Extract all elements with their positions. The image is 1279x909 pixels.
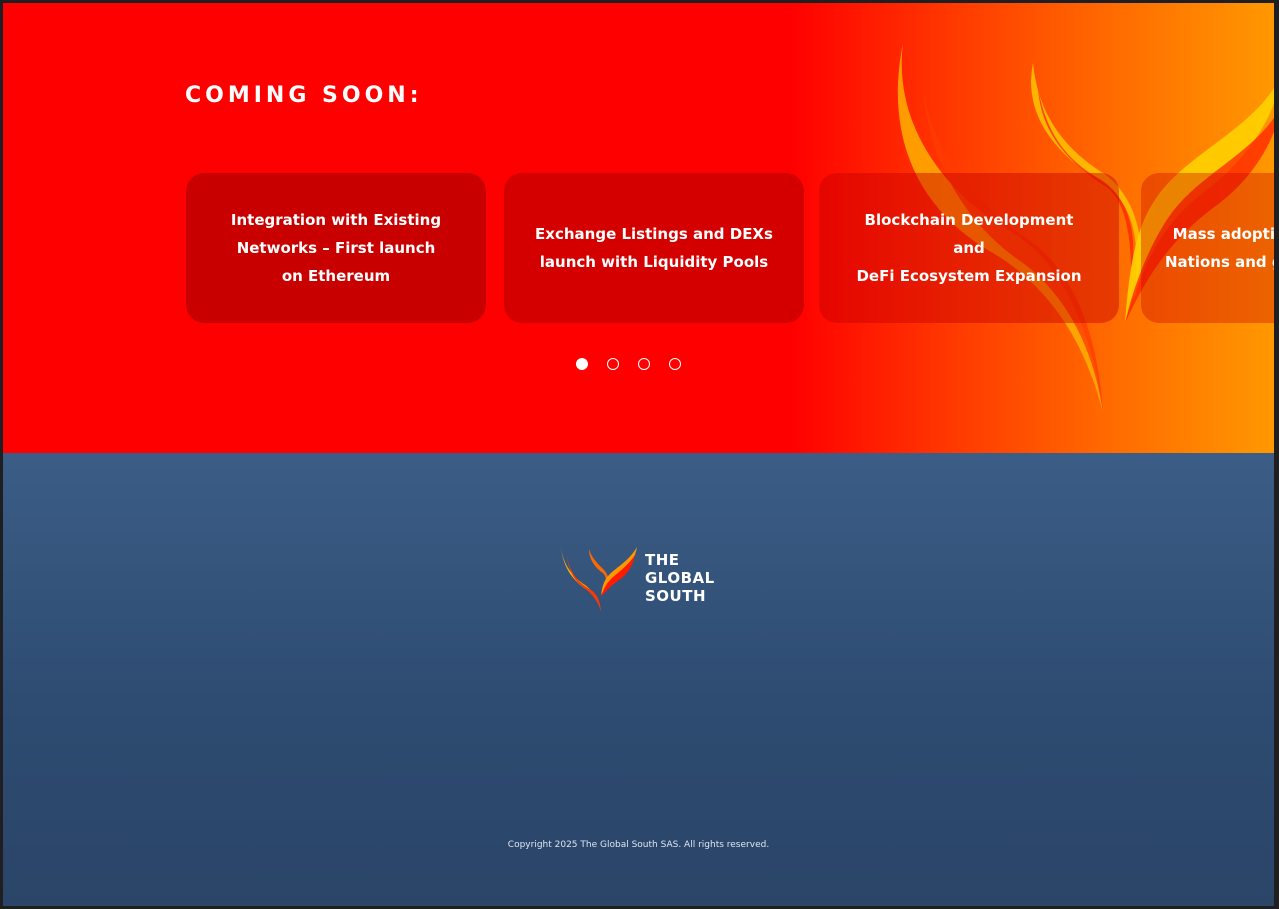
pagination-dot-4[interactable] <box>669 358 681 370</box>
roadmap-card-mass-adoption[interactable]: Mass adopti Nations and g <box>1141 173 1274 323</box>
roadmap-carousel[interactable]: Integration with Existing Networks – Fir… <box>186 173 1274 323</box>
pagination-dot-3[interactable] <box>638 358 650 370</box>
card-line: launch with Liquidity Pools <box>539 253 769 271</box>
card-line: DeFi Ecosystem Expansion <box>856 267 1082 285</box>
site-footer: THE GLOBAL SOUTH Copyright 2025 The Glob… <box>3 453 1274 906</box>
pagination-dot-1[interactable] <box>576 358 588 370</box>
card-line: on Ethereum <box>281 267 391 285</box>
logo-line: SOUTH <box>645 587 707 605</box>
card-text: Mass adopti Nations and g <box>1165 220 1274 276</box>
logo-line: THE <box>645 551 680 569</box>
pagination-dot-2[interactable] <box>607 358 619 370</box>
footer-logo[interactable]: THE GLOBAL SOUTH <box>559 543 715 613</box>
card-line: Networks – First launch <box>236 239 436 257</box>
card-text: Integration with Existing Networks – Fir… <box>231 206 441 290</box>
card-line: Nations and g <box>1165 253 1274 271</box>
card-text: Exchange Listings and DEXs launch with L… <box>535 220 773 276</box>
logo-line: GLOBAL <box>645 569 715 587</box>
coming-soon-section: COMING SOON: Integration with Existing N… <box>3 3 1274 453</box>
card-line: Blockchain Development and <box>864 211 1074 257</box>
roadmap-card-blockchain-development[interactable]: Blockchain Development and DeFi Ecosyste… <box>819 173 1119 323</box>
card-line: Mass adopti <box>1172 225 1274 243</box>
phoenix-logo-icon <box>561 547 637 611</box>
coming-soon-heading: COMING SOON: <box>185 83 423 108</box>
roadmap-card-exchange-listings[interactable]: Exchange Listings and DEXs launch with L… <box>504 173 804 323</box>
copyright-text: Copyright 2025 The Global South SAS. All… <box>507 840 770 850</box>
card-line: Integration with Existing <box>230 211 442 229</box>
card-text: Blockchain Development and DeFi Ecosyste… <box>847 206 1091 290</box>
card-line: Exchange Listings and DEXs <box>535 225 773 243</box>
page-frame: COMING SOON: Integration with Existing N… <box>3 3 1274 906</box>
roadmap-card-ethereum-integration[interactable]: Integration with Existing Networks – Fir… <box>186 173 486 323</box>
carousel-pagination <box>576 358 681 370</box>
logo-wordmark: THE GLOBAL SOUTH <box>645 551 715 605</box>
